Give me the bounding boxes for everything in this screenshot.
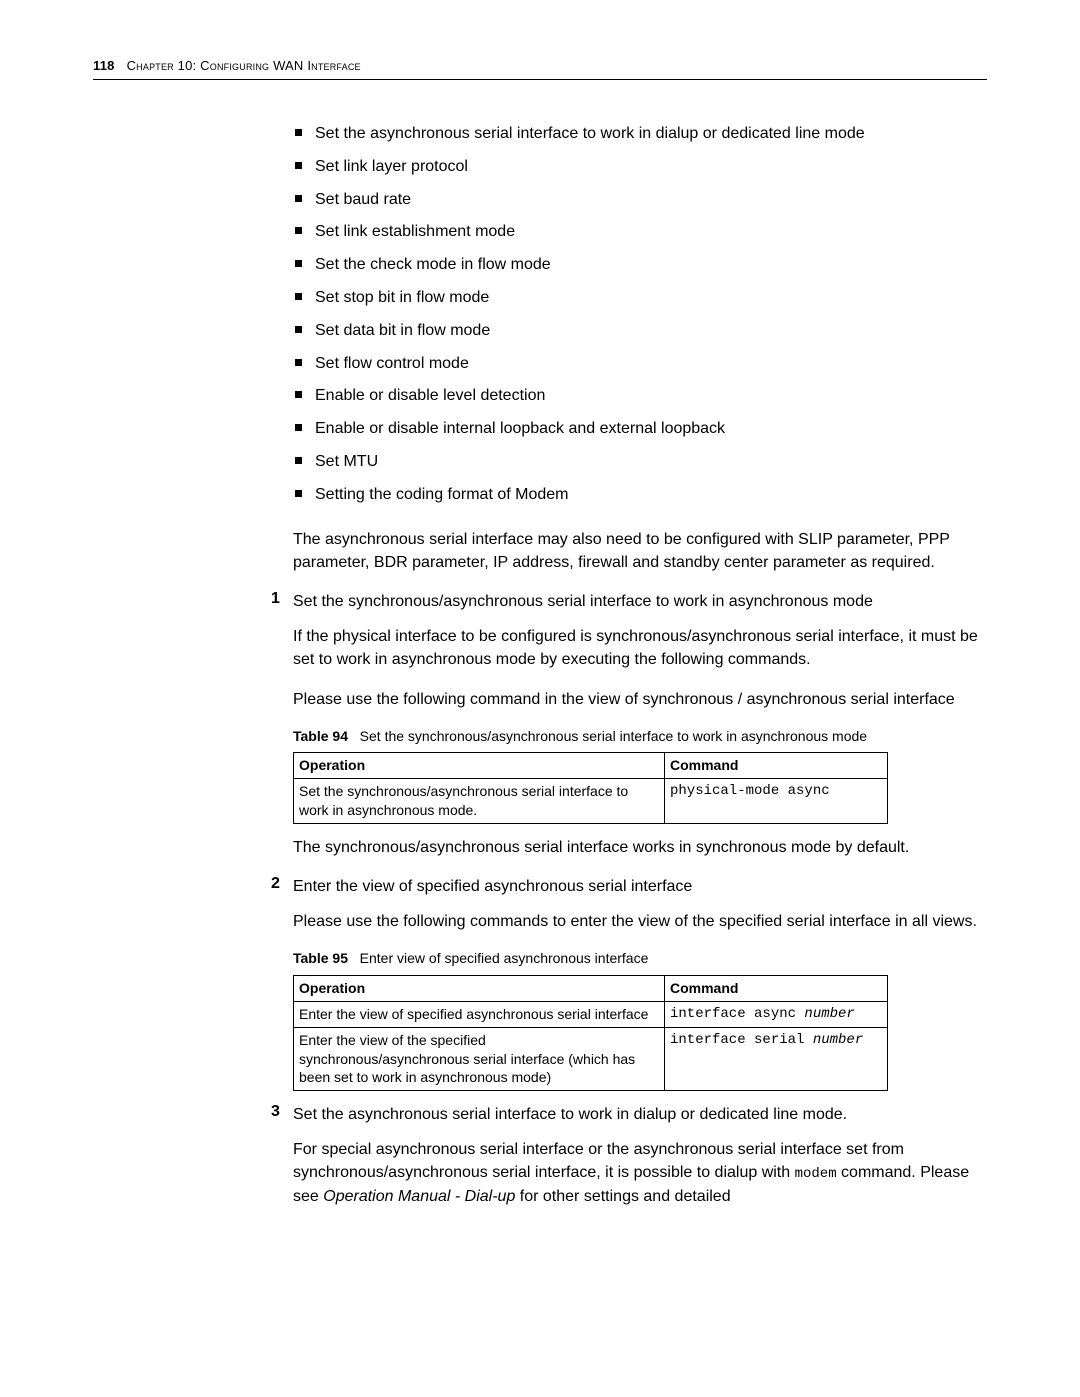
cell-command: interface serial number	[665, 1028, 888, 1091]
step-number: 3	[271, 1103, 280, 1121]
table95-caption: Table 95 Enter view of specified asynchr…	[293, 949, 987, 969]
table-header-row: Operation Command	[294, 976, 888, 1002]
table-row: Enter the view of specified asynchronous…	[294, 1002, 888, 1028]
list-item: Set stop bit in flow mode	[293, 286, 987, 311]
col-operation: Operation	[294, 753, 665, 779]
list-item: Set link layer protocol	[293, 155, 987, 180]
table95: Operation Command Enter the view of spec…	[293, 975, 888, 1091]
table-row: Set the synchronous/asynchronous serial …	[294, 779, 888, 823]
list-item: Set link establishment mode	[293, 220, 987, 245]
table-caption-text: Enter view of specified asynchronous int…	[360, 950, 649, 966]
cell-command: physical-mode async	[665, 779, 888, 823]
list-item: Setting the coding format of Modem	[293, 483, 987, 508]
step-title: Set the synchronous/asynchronous serial …	[293, 590, 987, 613]
list-item: Set the asynchronous serial interface to…	[293, 122, 987, 147]
bullet-list: Set the asynchronous serial interface to…	[293, 122, 987, 508]
col-operation: Operation	[294, 976, 665, 1002]
list-item: Set flow control mode	[293, 352, 987, 377]
cell-command: interface async number	[665, 1002, 888, 1028]
cell-operation: Enter the view of the specified synchron…	[294, 1028, 665, 1091]
list-item: Set the check mode in flow mode	[293, 253, 987, 278]
table-row: Enter the view of the specified synchron…	[294, 1028, 888, 1091]
col-command: Command	[665, 753, 888, 779]
step1-para2: Please use the following command in the …	[293, 688, 987, 711]
header-rule	[93, 79, 987, 80]
list-item: Enable or disable level detection	[293, 384, 987, 409]
list-item: Set baud rate	[293, 188, 987, 213]
step-number: 2	[271, 875, 280, 893]
step-title: Set the asynchronous serial interface to…	[293, 1103, 987, 1126]
col-command: Command	[665, 976, 888, 1002]
list-item: Set data bit in flow mode	[293, 319, 987, 344]
intro-paragraph: The asynchronous serial interface may al…	[293, 528, 987, 574]
step2-para1: Please use the following commands to ent…	[293, 910, 987, 933]
table-name: Table 94	[293, 728, 348, 744]
list-item: Enable or disable internal loopback and …	[293, 417, 987, 442]
table-caption-text: Set the synchronous/asynchronous serial …	[360, 728, 867, 744]
page-number: 118	[93, 58, 115, 73]
step-title: Enter the view of specified asynchronous…	[293, 875, 987, 898]
cmd-arg: number	[804, 1006, 854, 1022]
cmd-prefix: interface async	[670, 1006, 804, 1022]
page: 118 Chapter 10: Configuring WAN Interfac…	[0, 0, 1080, 1397]
step-1: 1 Set the synchronous/asynchronous seria…	[293, 590, 987, 613]
list-item: Set MTU	[293, 450, 987, 475]
chapter-label: Chapter 10: Configuring WAN Interface	[127, 58, 361, 73]
cell-operation: Enter the view of specified asynchronous…	[294, 1002, 665, 1028]
page-header: 118 Chapter 10: Configuring WAN Interfac…	[93, 58, 987, 73]
manual-reference: Operation Manual - Dial-up	[323, 1188, 515, 1205]
cell-operation: Set the synchronous/asynchronous serial …	[294, 779, 665, 823]
step1-after: The synchronous/asynchronous serial inte…	[293, 836, 987, 859]
step1-para1: If the physical interface to be configur…	[293, 625, 987, 671]
step-number: 1	[271, 590, 280, 608]
table-header-row: Operation Command	[294, 753, 888, 779]
step-2: 2 Enter the view of specified asynchrono…	[293, 875, 987, 898]
cmd-prefix: interface serial	[670, 1032, 813, 1048]
step3-post: for other settings and detailed	[515, 1188, 730, 1205]
page-content: Set the asynchronous serial interface to…	[293, 122, 987, 1208]
modem-command: modem	[795, 1166, 837, 1182]
table94-caption: Table 94 Set the synchronous/asynchronou…	[293, 727, 987, 747]
table94: Operation Command Set the synchronous/as…	[293, 752, 888, 824]
table-name: Table 95	[293, 950, 348, 966]
step3-para: For special asynchronous serial interfac…	[293, 1138, 987, 1208]
step-3: 3 Set the asynchronous serial interface …	[293, 1103, 987, 1126]
cmd-arg: number	[813, 1032, 863, 1048]
